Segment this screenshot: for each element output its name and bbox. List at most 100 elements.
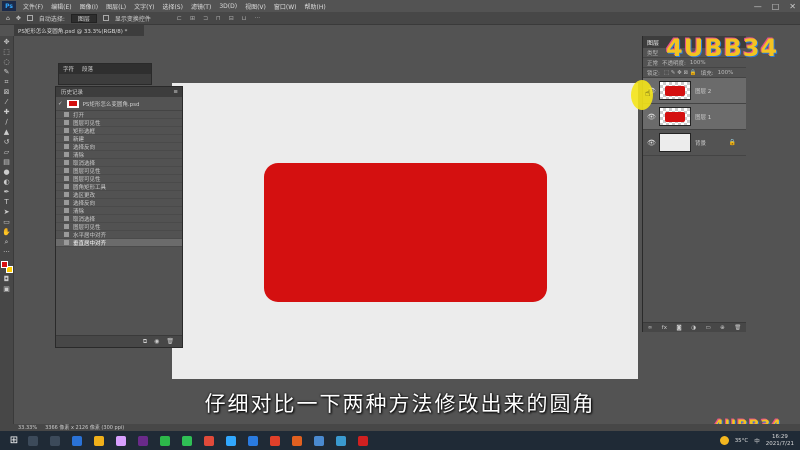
menu-filter[interactable]: 滤镜(T) (187, 2, 215, 11)
zoom-icon[interactable]: ⌕ (2, 238, 11, 246)
menu-file[interactable]: 文件(F) (19, 2, 47, 11)
quick-select-icon[interactable]: ✎ (2, 68, 11, 76)
fill-value[interactable]: 100% (718, 70, 734, 76)
menu-image[interactable]: 图像(I) (76, 2, 102, 11)
show-transform-checkbox[interactable] (102, 15, 109, 21)
brush-icon[interactable]: ∕ (2, 118, 11, 126)
ime-indicator[interactable]: 中 (754, 437, 760, 445)
link-layers-icon[interactable]: ∞ (648, 325, 653, 331)
shape-icon[interactable]: ▭ (2, 218, 11, 226)
align-center-icon[interactable]: ⊞ (190, 15, 195, 22)
chat-icon[interactable] (182, 435, 192, 446)
history-brush-icon[interactable]: ↺ (2, 138, 11, 146)
quick-mask-icon[interactable]: ◘ (2, 275, 11, 283)
layer-row-background[interactable]: 👁 背景 🔒 (643, 130, 746, 156)
menu-edit[interactable]: 编辑(E) (47, 2, 75, 11)
history-snapshot[interactable]: ✓ PS矩形怎么变圆角.psd (56, 97, 182, 111)
explorer-icon[interactable] (72, 435, 82, 446)
tab-paragraph[interactable]: 段落 (82, 65, 93, 73)
menu-select[interactable]: 选择(S) (158, 2, 187, 11)
align-middle-icon[interactable]: ⊟ (229, 15, 234, 22)
healing-icon[interactable]: ✚ (2, 108, 11, 116)
after-effects-icon[interactable] (138, 435, 148, 446)
auto-select-checkbox[interactable] (26, 15, 33, 21)
layer-row-2[interactable]: 👁 图层 2 (643, 78, 746, 104)
document-canvas[interactable] (172, 83, 638, 379)
chrome-icon[interactable] (204, 435, 214, 446)
group-icon[interactable]: ▭ (705, 325, 710, 331)
task-view-icon[interactable] (50, 435, 60, 446)
maximize-button[interactable]: □ (772, 2, 780, 11)
new-layer-icon[interactable]: ⊕ (720, 325, 725, 331)
move-tool-icon[interactable]: ✥ (16, 15, 21, 22)
menu-layer[interactable]: 图层(L) (102, 2, 130, 11)
eraser-icon[interactable]: ▱ (2, 148, 11, 156)
fx-icon[interactable]: fx (662, 325, 667, 331)
blur-icon[interactable]: ● (2, 168, 11, 176)
menu-view[interactable]: 视图(V) (241, 2, 270, 11)
align-right-icon[interactable]: ⊐ (203, 15, 208, 22)
more-tools-icon[interactable]: ··· (2, 248, 11, 256)
dodge-icon[interactable]: ◐ (2, 178, 11, 186)
screen-mode-icon[interactable]: ▣ (2, 285, 11, 293)
panel-menu-icon[interactable]: ≡ (173, 89, 178, 95)
layer-kind-filter[interactable]: 类型 (647, 49, 658, 57)
weather-temp[interactable]: 35°C (735, 438, 749, 444)
align-top-icon[interactable]: ⊓ (216, 15, 221, 22)
folder-icon[interactable] (94, 435, 104, 446)
color-swatches[interactable] (0, 261, 13, 273)
move-icon[interactable]: ✥ (2, 38, 11, 46)
adjustment-icon[interactable]: ◑ (691, 325, 696, 331)
frame-icon[interactable]: ⊠ (2, 88, 11, 96)
snapshot-camera-icon[interactable]: ◉ (154, 338, 159, 345)
wechat-icon[interactable] (160, 435, 170, 446)
image-viewer-icon[interactable] (314, 435, 324, 446)
history-item-selected[interactable]: 垂直居中对齐 (56, 239, 182, 247)
delete-layer-icon[interactable]: 🗑 (734, 325, 741, 331)
menu-window[interactable]: 窗口(W) (270, 2, 301, 11)
new-document-from-state-icon[interactable]: ⧉ (143, 338, 147, 346)
close-button[interactable]: ✕ (789, 2, 796, 11)
type-icon[interactable]: T (2, 198, 11, 206)
eyedropper-icon[interactable]: ⁄ (2, 98, 11, 106)
clock[interactable]: 16:29 2021/7/21 (766, 434, 794, 448)
record-icon[interactable] (270, 435, 280, 446)
tab-character[interactable]: 字符 (63, 65, 74, 73)
path-select-icon[interactable]: ➤ (2, 208, 11, 216)
photoshop-taskbar-icon[interactable] (226, 435, 236, 446)
tab-layers[interactable]: 图层 (647, 38, 659, 47)
weather-sun-icon[interactable] (719, 436, 729, 445)
menu-3d[interactable]: 3D(D) (215, 3, 241, 10)
align-left-icon[interactable]: ⊏ (177, 15, 182, 22)
home-icon[interactable]: ⌂ (6, 15, 10, 22)
foreground-color[interactable] (0, 261, 8, 268)
search-icon[interactable] (28, 435, 38, 446)
document-tab[interactable]: PS矩形怎么变圆角.psd @ 33.3%(RGB/8) * (14, 25, 144, 36)
menu-help[interactable]: 帮助(H) (301, 2, 330, 11)
mask-icon[interactable]: ◙ (676, 325, 681, 331)
lock-icons[interactable]: ⬚ ✎ ✥ ⊠ 🔒 (664, 70, 697, 76)
delete-state-icon[interactable]: 🗑 (166, 338, 174, 345)
more-options-icon[interactable]: ··· (254, 15, 260, 22)
lasso-icon[interactable]: ◌ (2, 58, 11, 66)
camera-icon[interactable] (358, 435, 368, 446)
hand-icon[interactable]: ✋ (2, 228, 11, 236)
align-bottom-icon[interactable]: ⊔ (242, 15, 247, 22)
premiere-icon[interactable] (116, 435, 126, 446)
minimize-button[interactable]: — (754, 2, 762, 11)
crop-icon[interactable]: ⌗ (2, 78, 11, 86)
windows-start-icon[interactable]: ⊞ (6, 431, 22, 450)
pdf-icon[interactable] (292, 435, 302, 446)
history-panel-title[interactable]: 历史记录 (61, 88, 83, 96)
eye-icon[interactable]: 👁 (647, 139, 656, 147)
browser-icon[interactable] (336, 435, 346, 446)
zoom-level[interactable]: 33.33% (18, 425, 37, 431)
auto-select-dropdown[interactable]: 图层 (70, 13, 97, 23)
eye-icon[interactable]: 👁 (647, 113, 656, 121)
menu-type[interactable]: 文字(Y) (130, 2, 158, 11)
app-icon[interactable] (248, 435, 258, 446)
layer-row-1[interactable]: 👁 图层 1 (643, 104, 746, 130)
marquee-icon[interactable]: ⬚ (2, 48, 11, 56)
gradient-icon[interactable]: ▤ (2, 158, 11, 166)
rounded-rectangle-shape[interactable] (264, 163, 547, 302)
